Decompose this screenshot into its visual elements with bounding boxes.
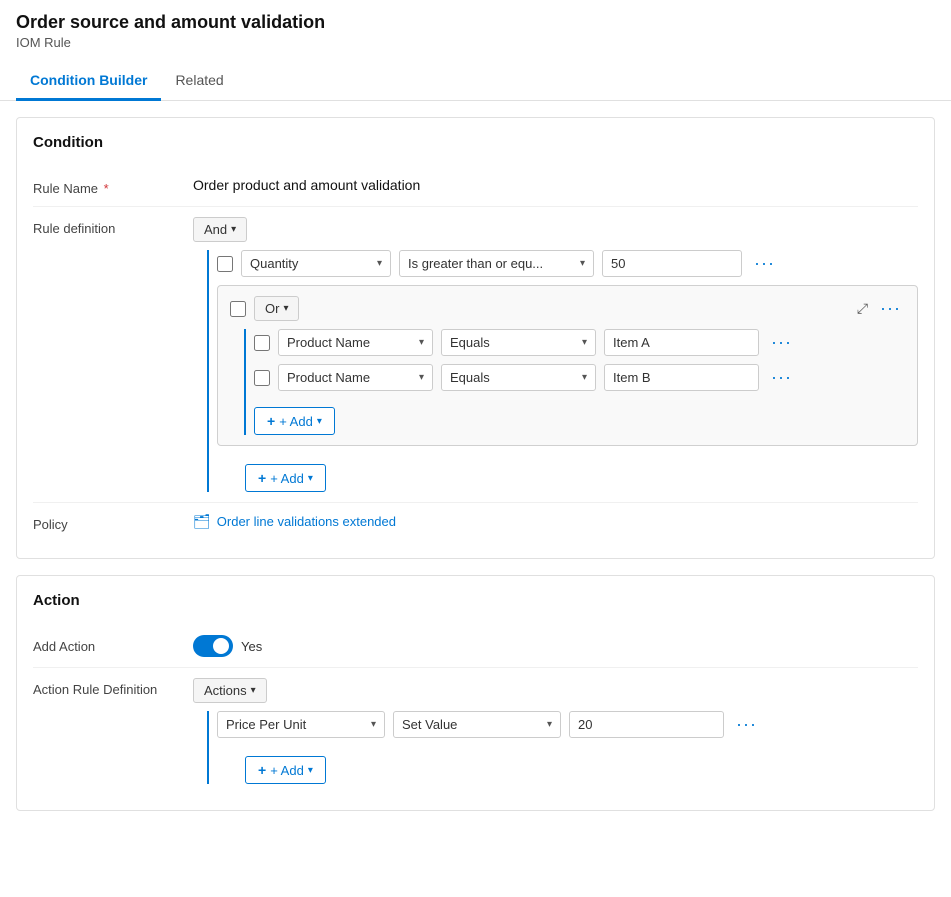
toggle-slider xyxy=(193,635,233,657)
action-add-plus-icon: + xyxy=(258,762,266,778)
required-star: * xyxy=(100,181,109,196)
add-action-toggle[interactable] xyxy=(193,635,233,657)
price-per-unit-chevron-icon: ▾ xyxy=(371,719,376,730)
or-chevron-icon: ▾ xyxy=(283,303,288,314)
condition-left-border: Quantity ▾ Is greater than or equ... ▾ 5… xyxy=(207,250,918,492)
policy-value: 🗂 Order line validations extended xyxy=(193,513,918,530)
product-name-2-checkbox[interactable] xyxy=(254,370,270,386)
quantity-operator-dropdown[interactable]: Is greater than or equ... ▾ xyxy=(399,250,594,277)
add-action-label: Add Action xyxy=(33,635,193,654)
page-header: Order source and amount validation IOM R… xyxy=(0,0,951,101)
condition-section-title: Condition xyxy=(33,134,918,151)
rule-definition-value: And ▾ Quantity ▾ Is greater than or equ.… xyxy=(193,217,918,492)
product-name-1-dropdown[interactable]: Product Name ▾ xyxy=(278,329,433,356)
or-add-button[interactable]: + + Add ▾ xyxy=(254,407,335,435)
tab-condition-builder[interactable]: Condition Builder xyxy=(16,62,161,101)
toggle-wrapper: Yes xyxy=(193,635,918,657)
page-title: Order source and amount validation xyxy=(16,12,935,33)
or-add-plus-icon: + xyxy=(267,413,275,429)
or-button[interactable]: Or ▾ xyxy=(254,296,299,321)
quantity-more-button[interactable]: ··· xyxy=(750,253,779,274)
condition-add-plus-icon: + xyxy=(258,470,266,486)
action-rule-def-value: Actions ▾ Price Per Unit ▾ Set Value ▾ xyxy=(193,678,918,784)
action-section: Action Add Action Yes Action Rule Defini… xyxy=(16,575,935,811)
product-name-row-2: Product Name ▾ Equals ▾ Item B ··· xyxy=(254,364,905,391)
tab-bar: Condition Builder Related xyxy=(0,62,951,101)
add-action-value: Yes xyxy=(193,635,918,657)
quantity-value-input[interactable]: 50 xyxy=(602,250,742,277)
rule-name-row: Rule Name * Order product and amount val… xyxy=(33,167,918,207)
rule-name-value: Order product and amount validation xyxy=(193,177,918,193)
or-group-actions: ⤢ ··· xyxy=(857,298,905,319)
action-section-title: Action xyxy=(33,592,918,609)
action-left-border: Price Per Unit ▾ Set Value ▾ 20 ··· + xyxy=(207,711,918,784)
tab-related[interactable]: Related xyxy=(161,62,237,101)
quantity-checkbox[interactable] xyxy=(217,256,233,272)
quantity-op-chevron-icon: ▾ xyxy=(580,258,585,269)
and-chevron-icon: ▾ xyxy=(231,224,236,235)
price-per-unit-dropdown[interactable]: Price Per Unit ▾ xyxy=(217,711,385,738)
rule-definition-label: Rule definition xyxy=(33,217,193,236)
product-equals-2-chevron-icon: ▾ xyxy=(582,372,587,383)
product-value-2-input[interactable]: Item B xyxy=(604,364,759,391)
product-row-2-more-button[interactable]: ··· xyxy=(767,367,796,388)
condition-outer: Quantity ▾ Is greater than or equ... ▾ 5… xyxy=(193,250,918,492)
or-add-chevron-icon: ▾ xyxy=(317,416,322,427)
policy-icon: 🗂 xyxy=(193,513,211,530)
page-subtitle: IOM Rule xyxy=(16,35,935,50)
condition-add-button[interactable]: + + Add ▾ xyxy=(245,464,326,492)
product-name-2-chevron-icon: ▾ xyxy=(419,372,424,383)
rule-definition-row: Rule definition And ▾ Quantity ▾ xyxy=(33,207,918,503)
action-rule-definition-row: Action Rule Definition Actions ▾ Price P… xyxy=(33,668,918,794)
quantity-condition-row: Quantity ▾ Is greater than or equ... ▾ 5… xyxy=(217,250,918,277)
price-per-unit-row: Price Per Unit ▾ Set Value ▾ 20 ··· xyxy=(217,711,918,738)
action-add-area: + + Add ▾ xyxy=(245,748,918,784)
and-button[interactable]: And ▾ xyxy=(193,217,247,242)
actions-button[interactable]: Actions ▾ xyxy=(193,678,267,703)
product-equals-1-dropdown[interactable]: Equals ▾ xyxy=(441,329,596,356)
action-add-chevron-icon: ▾ xyxy=(308,765,313,776)
set-value-dropdown[interactable]: Set Value ▾ xyxy=(393,711,561,738)
or-group-checkbox[interactable] xyxy=(230,301,246,317)
condition-section: Condition Rule Name * Order product and … xyxy=(16,117,935,559)
set-value-chevron-icon: ▾ xyxy=(547,719,552,730)
product-value-1-input[interactable]: Item A xyxy=(604,329,759,356)
action-rule-def-label: Action Rule Definition xyxy=(33,678,193,697)
or-group: Or ▾ ⤢ ··· xyxy=(217,285,918,446)
product-equals-1-chevron-icon: ▾ xyxy=(582,337,587,348)
product-name-2-dropdown[interactable]: Product Name ▾ xyxy=(278,364,433,391)
quantity-field-dropdown[interactable]: Quantity ▾ xyxy=(241,250,391,277)
policy-link[interactable]: 🗂 Order line validations extended xyxy=(193,513,918,530)
product-row-1-more-button[interactable]: ··· xyxy=(767,332,796,353)
outer-add-area: + + Add ▾ xyxy=(245,456,918,492)
action-rule-area: Price Per Unit ▾ Set Value ▾ 20 ··· + xyxy=(193,711,918,784)
or-group-header-left: Or ▾ xyxy=(230,296,299,321)
action-value-input[interactable]: 20 xyxy=(569,711,724,738)
policy-row: Policy 🗂 Order line validations extended xyxy=(33,503,918,542)
product-name-1-chevron-icon: ▾ xyxy=(419,337,424,348)
rule-name-label: Rule Name * xyxy=(33,177,193,196)
or-group-header: Or ▾ ⤢ ··· xyxy=(230,296,905,321)
toggle-yes-label: Yes xyxy=(241,639,262,654)
or-inner-rows: Product Name ▾ Equals ▾ Item A ··· xyxy=(244,329,905,435)
product-name-row-1: Product Name ▾ Equals ▾ Item A ··· xyxy=(254,329,905,356)
quantity-chevron-icon: ▾ xyxy=(377,258,382,269)
actions-chevron-icon: ▾ xyxy=(251,685,256,696)
policy-label: Policy xyxy=(33,513,193,532)
or-collapse-button[interactable]: ⤢ xyxy=(857,300,868,317)
action-row-more-button[interactable]: ··· xyxy=(732,714,761,735)
condition-add-chevron-icon: ▾ xyxy=(308,473,313,484)
product-name-1-checkbox[interactable] xyxy=(254,335,270,351)
or-more-button[interactable]: ··· xyxy=(876,298,905,319)
action-add-button[interactable]: + + Add ▾ xyxy=(245,756,326,784)
product-equals-2-dropdown[interactable]: Equals ▾ xyxy=(441,364,596,391)
add-action-row: Add Action Yes xyxy=(33,625,918,668)
